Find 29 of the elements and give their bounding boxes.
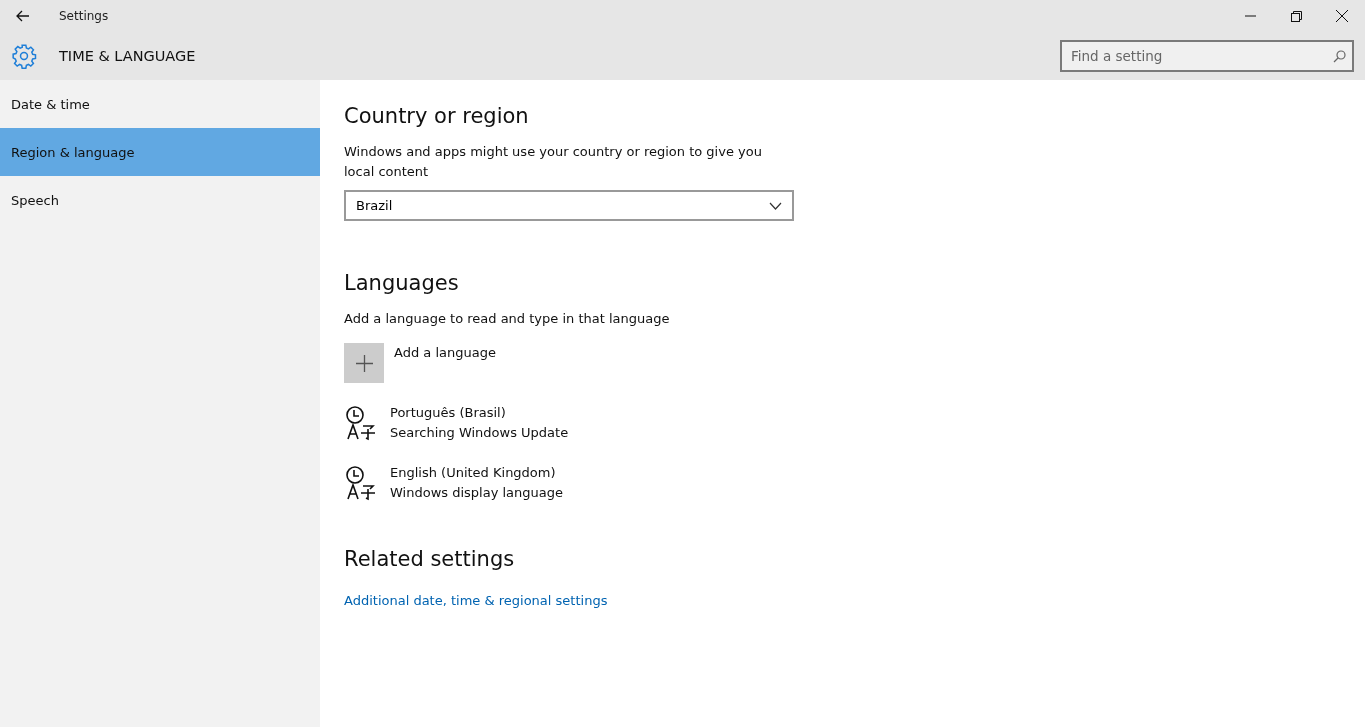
language-status: Windows display language [390, 484, 563, 502]
search-icon [1333, 50, 1346, 63]
language-icon [344, 465, 378, 501]
back-arrow-icon [16, 10, 30, 22]
plus-icon [355, 354, 373, 372]
minimize-icon [1244, 15, 1256, 17]
language-icon [344, 405, 378, 441]
chevron-down-icon [769, 201, 782, 210]
add-language-label[interactable]: Add a language [394, 343, 496, 363]
window-title: Settings [59, 9, 110, 23]
search-field[interactable]: Find a setting [1060, 40, 1354, 72]
sidebar-item[interactable]: Region & language [0, 128, 320, 176]
sidebar-item[interactable]: Date & time [0, 80, 320, 128]
add-language-button[interactable] [344, 343, 384, 383]
section-description: Add a language to read and type in that language [344, 310, 671, 328]
language-status: Searching Windows Update [390, 424, 569, 442]
sidebar-item[interactable]: Speech [0, 176, 320, 224]
settings-icon [11, 43, 37, 69]
restore-icon [1290, 10, 1302, 22]
country-dropdown[interactable]: Brazil [344, 190, 794, 221]
page-title: TIME & LANGUAGE [59, 48, 197, 64]
language-name[interactable]: English (United Kingdom) [390, 463, 563, 483]
section-heading: Country or region [344, 104, 529, 128]
language-name[interactable]: Português (Brasil) [390, 403, 569, 423]
section-description: Windows and apps might use your country or region to give you local content [344, 143, 763, 181]
section-heading: Languages [344, 271, 459, 295]
section-heading: Related settings [344, 547, 515, 571]
close-icon [1336, 10, 1348, 22]
regional-settings-link[interactable]: Additional date, time & regional settings [344, 593, 608, 608]
